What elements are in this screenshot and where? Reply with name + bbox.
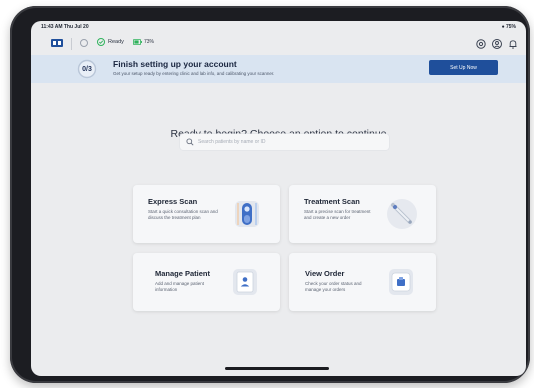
view-order-card[interactable]: View Order Check your order status and m… xyxy=(289,253,436,311)
device-icon[interactable] xyxy=(79,38,89,48)
status-time: 11:43 AM Thu Jul 20 xyxy=(41,24,89,30)
setup-progress-count: 0/3 xyxy=(82,66,92,73)
scanner-battery: 73% xyxy=(133,39,154,45)
patient-search[interactable] xyxy=(180,134,389,150)
battery-icon xyxy=(133,39,142,45)
set-up-now-button[interactable]: Set Up Now xyxy=(429,60,498,75)
card-title: Manage Patient xyxy=(155,269,211,278)
check-circle-icon xyxy=(97,38,105,46)
account-icon[interactable] xyxy=(491,38,503,50)
status-battery: ● 75% xyxy=(502,24,516,30)
treatment-scan-card[interactable]: Treatment Scan Start a precise scan for … xyxy=(289,185,436,243)
scanner-battery-label: 73% xyxy=(144,39,155,45)
patient-card-icon xyxy=(233,269,257,295)
settings-icon[interactable] xyxy=(475,38,487,50)
scanner-status[interactable]: Ready xyxy=(97,38,124,46)
express-scan-card[interactable]: Express Scan Start a quick consultation … xyxy=(133,185,280,243)
banner-title: Finish setting up your account xyxy=(113,59,237,69)
scanner-status-label: Ready xyxy=(108,39,124,45)
card-title: Treatment Scan xyxy=(304,197,360,206)
ipad-frame: 11:43 AM Thu Jul 20 ● 75% Ready 73% 0/3 … xyxy=(10,6,530,383)
card-title: View Order xyxy=(305,269,345,278)
wand-icon xyxy=(387,199,417,229)
card-description: Add and manage patient information xyxy=(155,281,205,292)
card-description: Start a precise scan for treatment and c… xyxy=(304,209,371,220)
scanner-icon xyxy=(235,201,259,227)
search-input[interactable] xyxy=(198,136,378,148)
card-title: Express Scan xyxy=(148,197,198,206)
notification-bell-icon[interactable] xyxy=(507,38,519,50)
search-icon xyxy=(186,138,194,146)
order-box-icon xyxy=(389,269,413,295)
card-description: Start a quick consultation scan and disc… xyxy=(148,209,218,220)
app-screen: 11:43 AM Thu Jul 20 ● 75% Ready 73% 0/3 … xyxy=(31,21,526,376)
setup-banner: 0/3 Finish setting up your account Get y… xyxy=(31,55,526,83)
home-indicator xyxy=(225,367,329,370)
status-bar: 11:43 AM Thu Jul 20 ● 75% xyxy=(31,21,526,33)
wifi-icon: ● xyxy=(501,24,505,30)
status-battery-text: 75% xyxy=(505,24,516,30)
app-toolbar: Ready 73% xyxy=(31,33,526,55)
app-logo-icon[interactable] xyxy=(51,38,63,48)
toolbar-divider xyxy=(71,38,72,50)
manage-patient-card[interactable]: Manage Patient Add and manage patient in… xyxy=(133,253,280,311)
card-description: Check your order status and manage your … xyxy=(305,281,362,292)
banner-subtitle: Get your setup ready by entering clinic … xyxy=(113,71,275,76)
